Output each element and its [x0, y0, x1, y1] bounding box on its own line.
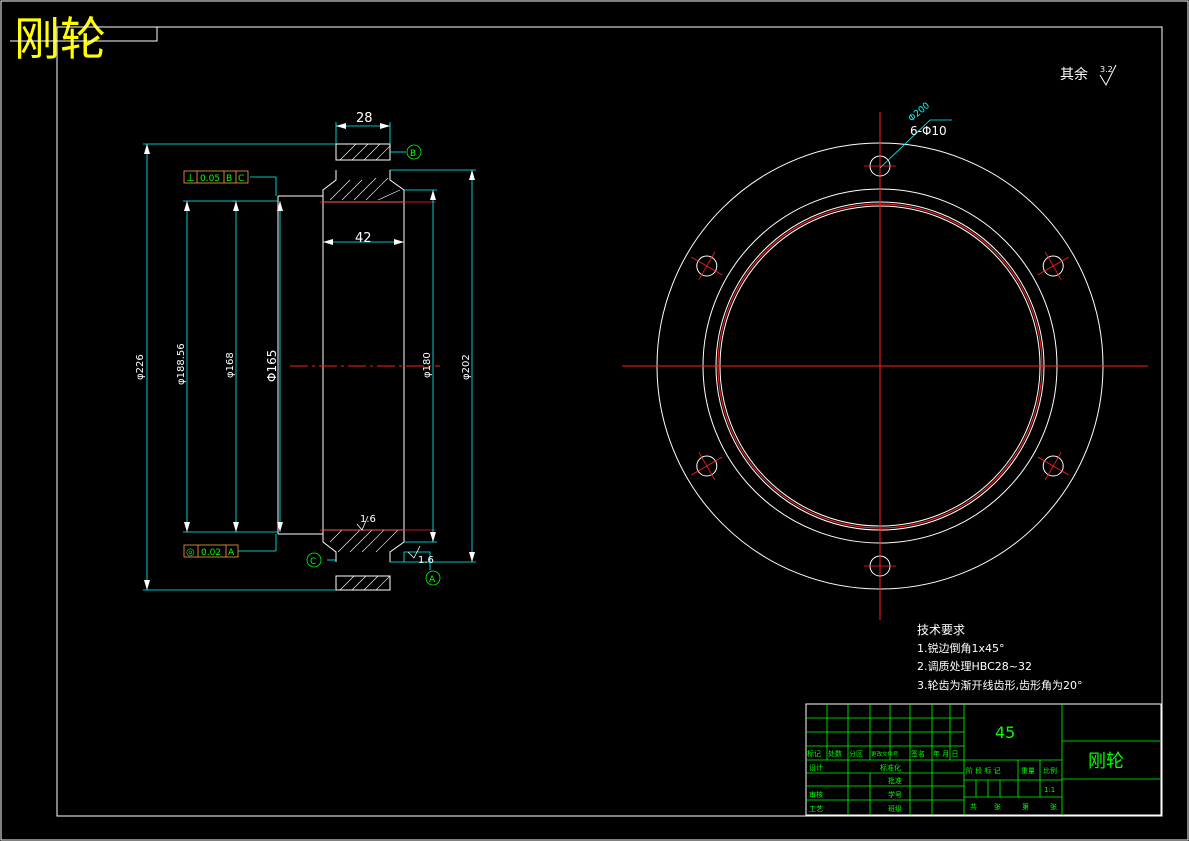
perp-symbol-icon: ⊥: [186, 173, 195, 184]
tech-requirements: 技术要求 1.锐边倒角1x45° 2.调质处理HBC28~32 3.轮齿为渐开线…: [917, 623, 1083, 692]
front-view: 6-Φ10 Φ200: [622, 101, 1148, 620]
tb-header-1: 处数: [828, 749, 842, 758]
datum-c-label: C: [310, 557, 316, 567]
tech-item-1: 1.锐边倒角1x45°: [917, 641, 1005, 655]
outer-frame: [0, 0, 1189, 841]
tb-header-4: 签名: [911, 749, 925, 758]
tb-sheet-2: 第: [1022, 802, 1029, 811]
coax-value: 0.02: [201, 548, 221, 558]
datum-b: B: [406, 144, 422, 160]
title-block: 45 刚轮 标记 处数 分区 更改文件号 签名 年 月 日 设计 审核 工艺 标…: [805, 703, 1162, 816]
datum-b-label: B: [410, 149, 416, 159]
roughness-face-value: 1.6: [418, 555, 434, 566]
tb-header-5: 年 月 日: [933, 749, 958, 758]
roughness-bore-value: 1.6: [360, 514, 376, 525]
tb-role-process: 工艺: [809, 805, 823, 813]
tb-stage-2: 比例: [1043, 766, 1057, 775]
coax-datum-a: A: [228, 548, 235, 558]
inner-frame: [56, 26, 1163, 817]
tb-role-mid-0: 标准化: [880, 763, 901, 772]
material-text: 45: [995, 723, 1015, 742]
tb-role-review: 审核: [809, 790, 823, 799]
title-tab: [10, 27, 158, 42]
tb-header-2: 分区: [849, 749, 863, 758]
tb-stage-1: 重量: [1021, 767, 1035, 775]
tb-role-mid-2: 学号: [888, 790, 902, 799]
hole-callout: 6-Φ10: [910, 124, 947, 138]
tech-item-2: 2.调质处理HBC28~32: [917, 660, 1032, 673]
datum-c: C: [306, 552, 322, 568]
section-view: [277, 143, 440, 591]
dim-d168: φ168: [225, 352, 236, 378]
section-outline: [277, 143, 405, 591]
tb-sheet-3: 张: [1050, 802, 1057, 811]
tb-role-mid-3: 班级: [888, 804, 902, 813]
perp-datum-b: B: [226, 174, 232, 184]
tb-scale: 1:1: [1044, 786, 1055, 794]
perpendicularity-frame: ⊥ 0.05 B C: [183, 170, 249, 184]
dim-d165: Φ165: [265, 350, 279, 382]
tech-heading: 技术要求: [917, 623, 965, 637]
part-name-text: 刚轮: [1088, 751, 1124, 772]
tech-item-3: 3.轮齿为渐开线齿形,齿形角为20°: [917, 678, 1083, 692]
dim-bore-length: 42: [355, 231, 372, 246]
dim-d202: φ202: [461, 354, 472, 380]
perp-value: 0.05: [200, 174, 220, 184]
hole-pcd: Φ200: [907, 101, 932, 124]
tb-sheet-1: 张: [994, 802, 1001, 811]
dim-width-top: 28: [356, 111, 373, 126]
tb-role-mid-1: 批准: [888, 776, 902, 785]
datum-a-label: A: [429, 575, 436, 585]
coax-symbol-icon: ◎: [186, 547, 195, 558]
perp-datum-c: C: [238, 174, 244, 184]
technical-drawing: 其余 3.2 28 42 φ226 φ188.56 φ168 Φ165 φ180…: [0, 0, 1189, 841]
roughness-label: 其余: [1060, 66, 1088, 83]
dim-d226: φ226: [135, 354, 146, 380]
tb-header-0: 标记: [807, 749, 821, 758]
dim-d188: φ188.56: [176, 343, 187, 385]
tb-role-design: 设计: [809, 763, 823, 772]
tb-sheet-0: 共: [970, 802, 977, 811]
datum-a: A: [425, 570, 441, 586]
tb-header-3: 更改文件号: [871, 750, 899, 758]
roughness-value: 3.2: [1100, 65, 1113, 74]
dim-d180: φ180: [422, 352, 433, 378]
coaxiality-frame: ◎ 0.02 A: [183, 544, 239, 558]
tb-stage-0: 阶 段 标 记: [966, 766, 1001, 775]
